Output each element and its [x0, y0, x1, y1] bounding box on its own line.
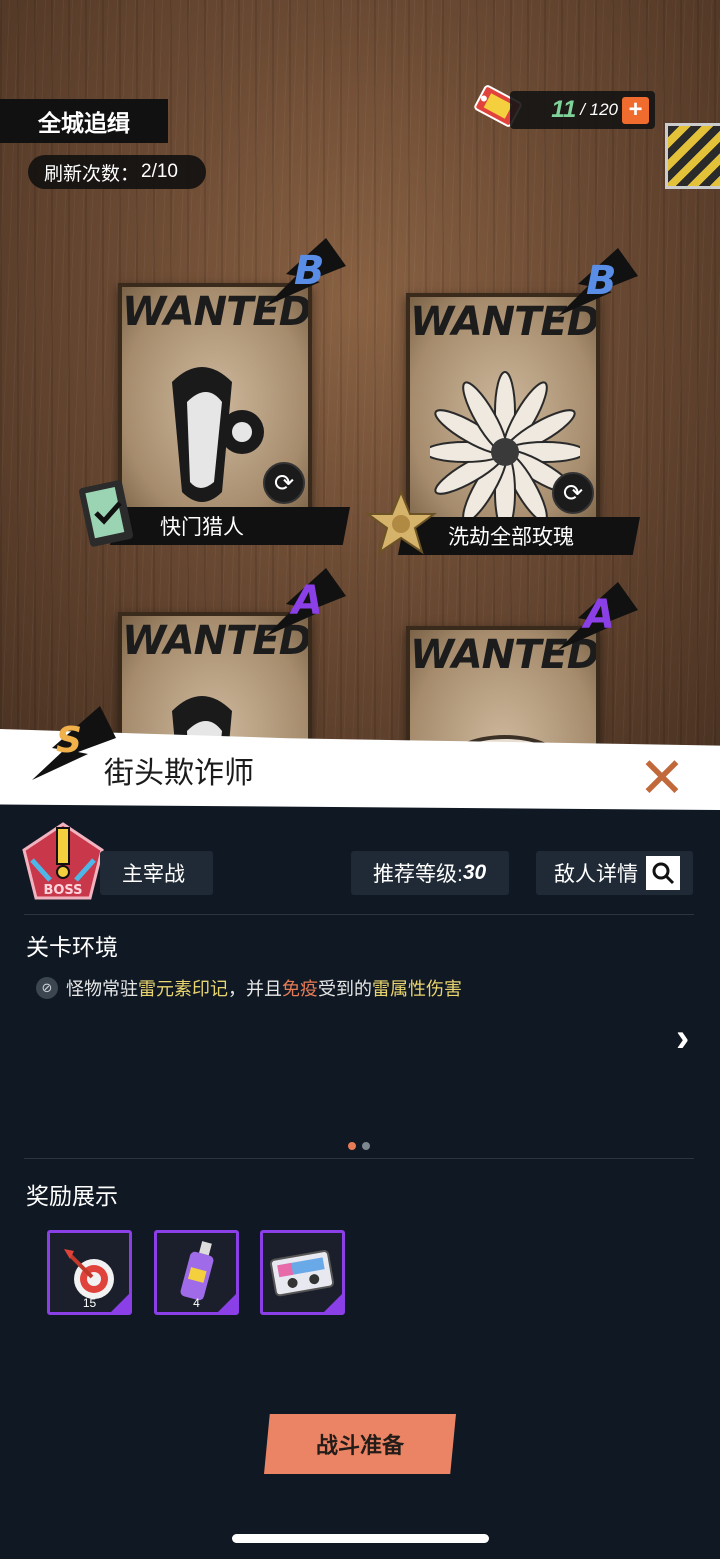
- poster-name: 洗劫全部玫瑰: [448, 526, 574, 549]
- rank-a-icon: A: [558, 582, 638, 650]
- refresh-count: 刷新次数： 2/10: [28, 155, 206, 189]
- rank-a-icon: A: [266, 568, 346, 636]
- reward-count: 4: [193, 1296, 200, 1310]
- battle-prepare-button[interactable]: 战斗准备: [264, 1414, 456, 1474]
- rank-b-icon: B: [266, 238, 346, 306]
- poster-name-bar: 快门猎人: [110, 507, 350, 545]
- reward-item-3[interactable]: [260, 1230, 345, 1315]
- poster-name: 快门猎人: [160, 516, 244, 539]
- env-text-1: 怪物常驻: [66, 979, 138, 999]
- divider: [24, 1158, 694, 1159]
- page-dot: [362, 1142, 370, 1150]
- swap-target-button[interactable]: ⟳: [263, 462, 305, 504]
- target-name: 街头欺诈师: [104, 757, 254, 790]
- divider: [24, 914, 694, 915]
- close-button[interactable]: ✕: [636, 750, 688, 806]
- swap-target-button[interactable]: ⟳: [552, 472, 594, 514]
- memory-film-icon: [79, 480, 134, 547]
- rewards-title: 奖励展示: [26, 1183, 118, 1209]
- boss-emblem-icon: BOSS: [22, 822, 104, 900]
- svg-text:B: B: [586, 258, 617, 304]
- stamina-counter: 11 / 120 +: [510, 91, 655, 129]
- page-indicator: [348, 1142, 370, 1150]
- sheriff-star-icon: [364, 490, 438, 555]
- env-text-3: 受到的: [318, 979, 372, 999]
- svg-text:B: B: [294, 248, 325, 294]
- boss-fight-label: 主宰战: [122, 863, 185, 886]
- recommended-level-value: 30: [462, 861, 487, 884]
- cassette-tape-icon: [269, 1250, 335, 1297]
- reward-count: 15: [82, 1296, 97, 1310]
- enemy-detail-label: 敌人详情: [554, 863, 638, 886]
- env-highlight-element-mark: 雷元素印记: [138, 979, 228, 999]
- page-title-text: 全城追缉: [38, 110, 130, 136]
- env-highlight-damage-type: 雷属性伤害: [372, 979, 462, 999]
- page-dot-active: [348, 1142, 356, 1150]
- reward-item-1[interactable]: 15: [47, 1230, 132, 1315]
- rank-s-letter: S: [56, 720, 82, 761]
- immune-icon: ⊘: [36, 977, 58, 999]
- svg-text:A: A: [289, 578, 323, 624]
- add-stamina-button[interactable]: +: [622, 96, 649, 124]
- svg-text:BOSS: BOSS: [43, 883, 82, 898]
- env-text-2: ，并且: [228, 979, 282, 999]
- recommended-level: 推荐等级: 30: [351, 851, 509, 895]
- under-construction-sign: [665, 123, 720, 189]
- rank-b-icon: B: [558, 248, 638, 316]
- stage-environment-title: 关卡环境: [26, 934, 118, 960]
- refresh-value: 2/10: [141, 161, 178, 182]
- stamina-current: 11: [551, 96, 577, 123]
- stage-environment-effect: ⊘ 怪物常驻雷元素印记，并且免疫受到的雷属性伤害: [36, 975, 462, 1001]
- page-title: 全城追缉: [0, 99, 168, 143]
- env-highlight-immune: 免疫: [282, 979, 318, 999]
- home-indicator[interactable]: [232, 1534, 489, 1543]
- search-icon: [646, 856, 680, 890]
- stamina-max: / 120: [580, 100, 618, 119]
- enemy-detail-button[interactable]: 敌人详情: [536, 851, 693, 895]
- refresh-label: 刷新次数：: [44, 163, 140, 185]
- recommended-level-label: 推荐等级:: [373, 863, 463, 886]
- boss-fight-tag: 主宰战: [100, 851, 213, 895]
- reward-item-2[interactable]: 4: [154, 1230, 239, 1315]
- svg-text:A: A: [581, 592, 615, 638]
- next-page-arrow-icon[interactable]: ›: [676, 1016, 689, 1061]
